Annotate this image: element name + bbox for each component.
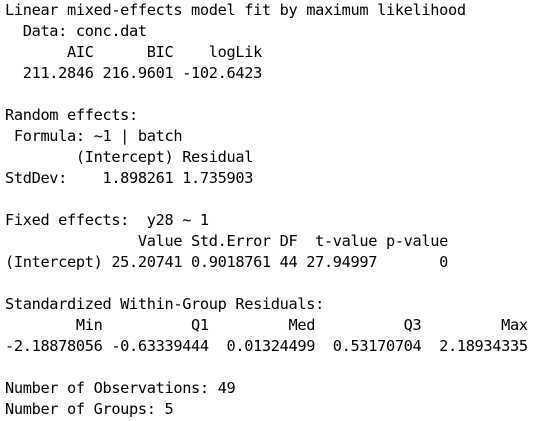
fixed-effects-header-line: Value Std.Error DF t-value p-value	[5, 232, 448, 250]
fixed-effects-intercept-line: (Intercept) 25.20741 0.9018761 44 27.949…	[5, 253, 448, 271]
random-effects-formula-line: Formula: ~1 | batch	[5, 127, 183, 145]
residuals-values-line: -2.18878056 -0.63339444 0.01324499 0.531…	[5, 337, 528, 355]
random-effects-header-line: (Intercept) Residual	[5, 148, 254, 166]
observations-count-line: Number of Observations: 49	[5, 379, 236, 397]
console-output: Linear mixed-effects model fit by maximu…	[5, 0, 544, 420]
groups-count-line: Number of Groups: 5	[5, 400, 174, 418]
residuals-header-line: Min Q1 Med Q3 Max	[5, 316, 528, 334]
residuals-heading: Standardized Within-Group Residuals:	[5, 295, 324, 313]
model-title-line: Linear mixed-effects model fit by maximu…	[5, 1, 466, 19]
fixed-effects-heading: Fixed effects: y28 ~ 1	[5, 211, 209, 229]
random-effects-stddev-line: StdDev: 1.898261 1.735903	[5, 169, 254, 187]
data-source-line: Data: conc.dat	[5, 22, 147, 40]
random-effects-heading: Random effects:	[5, 106, 138, 124]
fit-stats-header-line: AIC BIC logLik	[5, 43, 262, 61]
fit-stats-values-line: 211.2846 216.9601 -102.6423	[5, 64, 263, 82]
